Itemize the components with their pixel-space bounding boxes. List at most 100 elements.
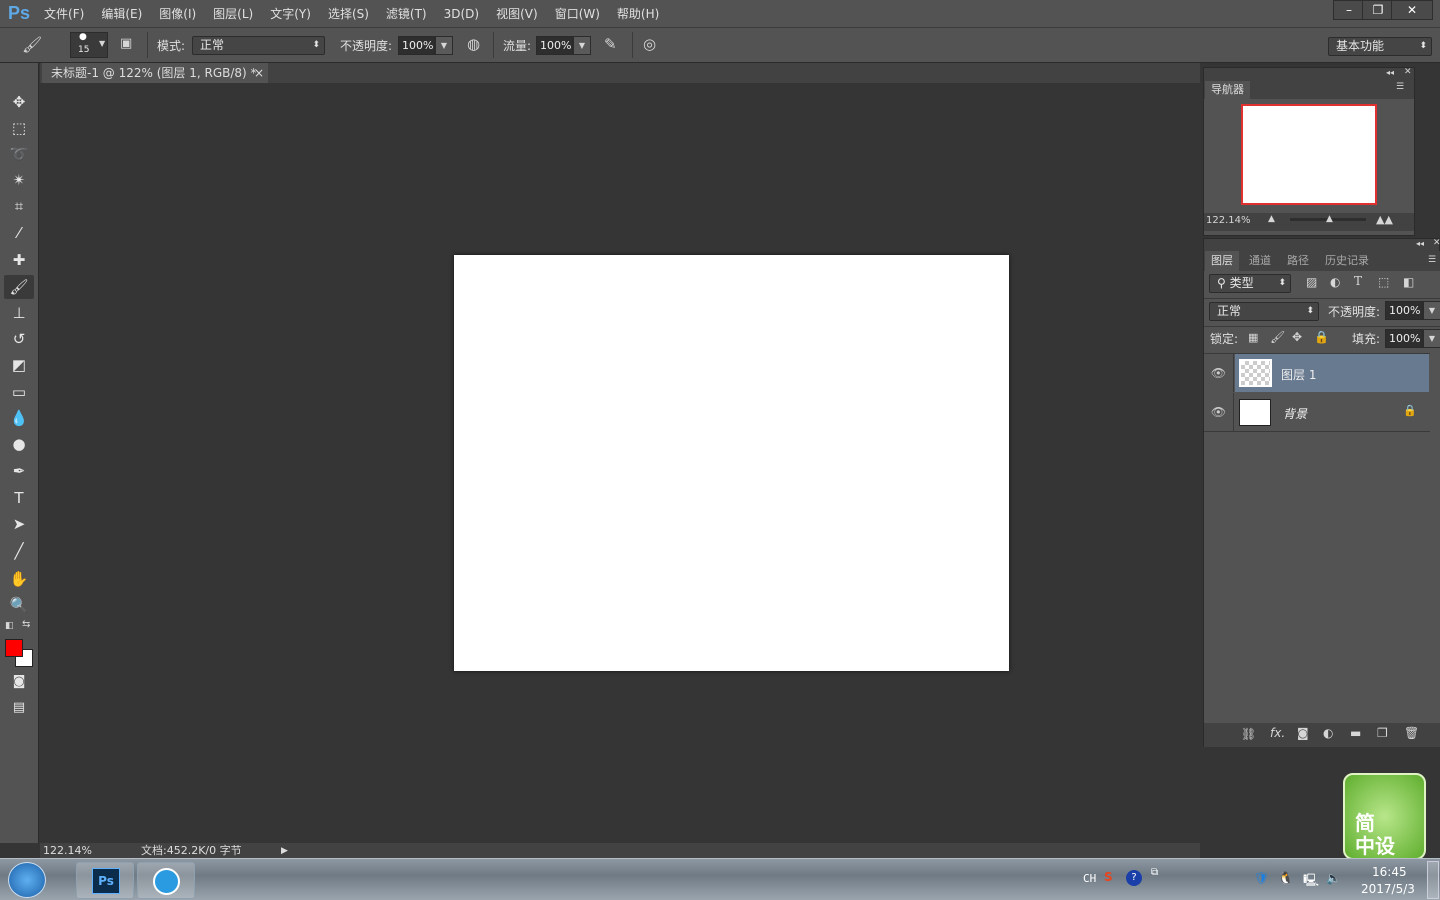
- sogou-ime-icon[interactable]: S: [1104, 870, 1113, 884]
- zoom-tool-icon[interactable]: 🔍: [4, 593, 34, 617]
- brush-panel-icon[interactable]: ▣: [120, 36, 132, 51]
- swap-colors-icon[interactable]: ⇆: [22, 619, 30, 630]
- new-group-icon[interactable]: ▬: [1350, 726, 1361, 740]
- move-tool-icon[interactable]: ✥: [4, 90, 34, 114]
- menu-window[interactable]: 窗口(W): [555, 5, 600, 22]
- volume-icon[interactable]: 🔈: [1326, 871, 1341, 885]
- collapse-icon[interactable]: ◂◂: [1386, 68, 1394, 77]
- menu-layer[interactable]: 图层(L): [213, 5, 253, 22]
- zoom-slider-handle[interactable]: ▲: [1326, 214, 1333, 224]
- marquee-tool-icon[interactable]: ⬚: [4, 116, 34, 140]
- flow-input[interactable]: 100%: [536, 36, 573, 55]
- healing-brush-tool-icon[interactable]: ✚: [4, 248, 34, 272]
- qq-icon[interactable]: 🐧: [1278, 871, 1293, 885]
- delete-layer-icon[interactable]: 🗑: [1404, 726, 1419, 740]
- input-language[interactable]: CH: [1083, 872, 1096, 885]
- filter-type-icon[interactable]: T: [1354, 274, 1362, 288]
- menu-file[interactable]: 文件(F): [44, 5, 84, 22]
- new-layer-icon[interactable]: ❐: [1377, 726, 1388, 740]
- opacity-input[interactable]: 100%: [398, 36, 435, 55]
- opacity-dropdown[interactable]: ▼: [435, 36, 453, 55]
- document-canvas[interactable]: [454, 255, 1009, 671]
- menu-image[interactable]: 图像(I): [159, 5, 196, 22]
- menu-edit[interactable]: 编辑(E): [101, 5, 142, 22]
- zoom-out-icon[interactable]: ▲: [1268, 214, 1275, 224]
- taskbar-photoshop[interactable]: Ps: [76, 862, 134, 899]
- navigator-zoom-value[interactable]: 122.14%: [1206, 215, 1251, 226]
- lock-transparency-icon[interactable]: ▦: [1248, 331, 1258, 344]
- pressure-opacity-icon[interactable]: ◍: [467, 35, 480, 53]
- workspace-select[interactable]: 基本功能 ⬍: [1328, 37, 1432, 56]
- show-desktop-button[interactable]: [1427, 861, 1439, 899]
- start-button[interactable]: [8, 862, 46, 898]
- type-tool-icon[interactable]: T: [4, 486, 34, 510]
- close-panel-icon[interactable]: ✕: [1433, 238, 1440, 248]
- close-tab-icon[interactable]: ×: [254, 63, 264, 83]
- brush-tool-icon[interactable]: 🖌: [4, 275, 34, 299]
- menu-filter[interactable]: 滤镜(T): [386, 5, 427, 22]
- visibility-eye-icon[interactable]: 👁: [1204, 354, 1234, 392]
- restore-button[interactable]: ❐: [1362, 0, 1394, 20]
- pressure-size-icon[interactable]: ◎: [643, 35, 656, 53]
- menu-select[interactable]: 选择(S): [328, 5, 369, 22]
- layer-opacity-dropdown[interactable]: ▼: [1423, 301, 1440, 320]
- widget-logo[interactable]: 简 中设: [1343, 773, 1426, 860]
- magic-wand-tool-icon[interactable]: ✴: [4, 168, 34, 192]
- layer-name[interactable]: 图层 1: [1281, 366, 1316, 383]
- adjustment-layer-icon[interactable]: ◐: [1323, 726, 1333, 740]
- layer-row-background[interactable]: 👁 背景 🔒: [1204, 393, 1430, 432]
- minimize-button[interactable]: –: [1333, 0, 1365, 20]
- crop-tool-icon[interactable]: ⌗: [4, 194, 34, 218]
- fill-input[interactable]: 100%: [1385, 329, 1423, 348]
- status-menu-arrow-icon[interactable]: ▶: [281, 843, 288, 859]
- airbrush-icon[interactable]: ✎: [604, 35, 617, 53]
- lasso-tool-icon[interactable]: ➰: [4, 142, 34, 166]
- lock-position-icon[interactable]: ✥: [1292, 330, 1302, 344]
- brush-size-picker[interactable]: ● 15 ▼: [70, 32, 108, 58]
- panel-menu-icon[interactable]: ☰: [1396, 82, 1404, 92]
- gradient-tool-icon[interactable]: ▭: [4, 380, 34, 404]
- lock-pixels-icon[interactable]: 🖌: [1270, 330, 1285, 344]
- security-shield-icon[interactable]: 🛡: [1254, 871, 1269, 885]
- layer-style-fx-icon[interactable]: fx.: [1270, 726, 1285, 740]
- pen-tool-icon[interactable]: ✒: [4, 459, 34, 483]
- mode-select[interactable]: 正常 ⬍: [192, 36, 325, 55]
- close-button[interactable]: ✕: [1391, 0, 1433, 20]
- filter-pixel-icon[interactable]: ▨: [1306, 275, 1317, 289]
- filter-shape-icon[interactable]: ⬚: [1378, 275, 1389, 289]
- quick-mask-icon[interactable]: ◙: [4, 670, 34, 694]
- lock-all-icon[interactable]: 🔒: [1314, 330, 1329, 344]
- menu-type[interactable]: 文字(Y): [270, 5, 311, 22]
- ime-options-icon[interactable]: ⧉: [1151, 867, 1158, 878]
- menu-view[interactable]: 视图(V): [496, 5, 538, 22]
- taskbar-browser[interactable]: [137, 862, 195, 899]
- hand-tool-icon[interactable]: ✋: [4, 567, 34, 591]
- menu-help[interactable]: 帮助(H): [617, 5, 659, 22]
- brush-preset-icon[interactable]: 🖌: [22, 35, 42, 54]
- navigator-preview[interactable]: [1241, 104, 1377, 205]
- link-layers-icon[interactable]: ⛓: [1241, 727, 1256, 741]
- document-tab[interactable]: 未标题-1 @ 122% (图层 1, RGB/8) * ×: [42, 63, 268, 83]
- history-brush-tool-icon[interactable]: ↺: [4, 327, 34, 351]
- line-tool-icon[interactable]: ╱: [4, 539, 34, 563]
- layer-opacity-input[interactable]: 100%: [1385, 301, 1423, 320]
- network-icon[interactable]: 🖳: [1303, 871, 1319, 892]
- close-panel-icon[interactable]: ✕: [1404, 67, 1412, 77]
- clock-time[interactable]: 16:45: [1372, 865, 1407, 879]
- menu-3d[interactable]: 3D(D): [444, 7, 479, 21]
- default-colors-icon[interactable]: ◧: [5, 621, 14, 631]
- visibility-eye-icon[interactable]: 👁: [1204, 393, 1234, 431]
- clock-date[interactable]: 2017/5/3: [1361, 882, 1415, 896]
- layer-name[interactable]: 背景: [1283, 405, 1307, 422]
- help-icon[interactable]: ?: [1126, 870, 1142, 886]
- collapse-icon[interactable]: ◂◂: [1416, 239, 1424, 248]
- blur-tool-icon[interactable]: 💧: [4, 406, 34, 430]
- add-mask-icon[interactable]: ◙: [1297, 726, 1309, 740]
- flow-dropdown[interactable]: ▼: [573, 36, 591, 55]
- clone-stamp-tool-icon[interactable]: ⊥: [4, 301, 34, 325]
- tab-layers[interactable]: 图层: [1205, 251, 1239, 271]
- screen-mode-icon[interactable]: ▤: [4, 696, 34, 720]
- tab-channels[interactable]: 通道: [1243, 251, 1277, 271]
- filter-smart-object-icon[interactable]: ◧: [1403, 275, 1414, 289]
- eraser-tool-icon[interactable]: ◩: [4, 353, 34, 377]
